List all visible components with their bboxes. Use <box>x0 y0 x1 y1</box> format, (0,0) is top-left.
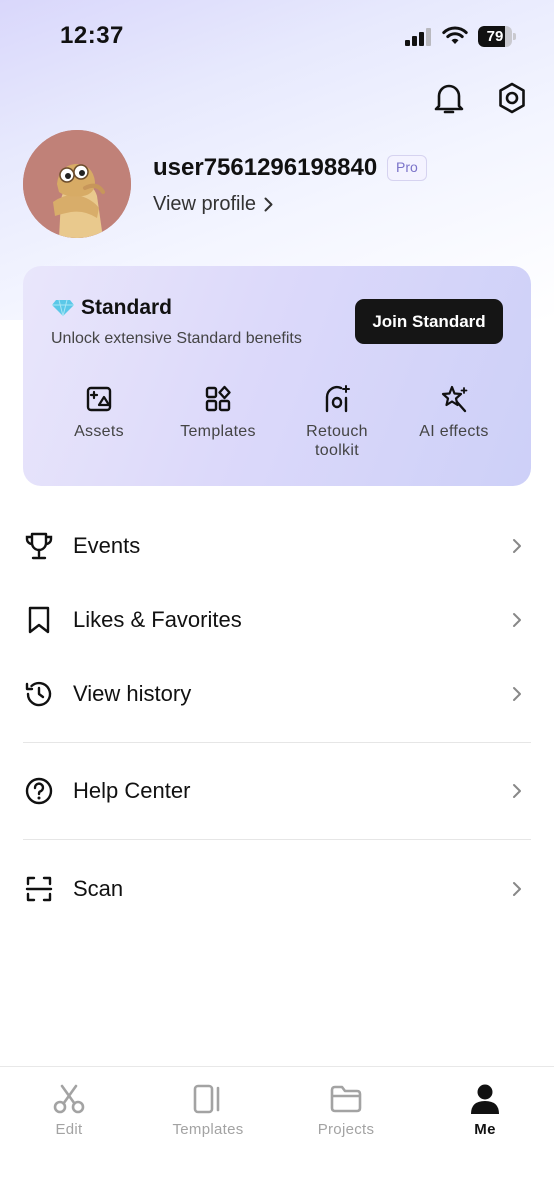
menu-item-scan[interactable]: Scan <box>0 859 554 919</box>
tab-label: Me <box>474 1121 496 1138</box>
chevron-right-icon <box>513 687 521 701</box>
tab-templates[interactable]: Templates <box>158 1083 258 1138</box>
join-standard-button[interactable]: Join Standard <box>355 299 503 344</box>
tab-label: Edit <box>55 1121 83 1138</box>
diamond-icon <box>52 299 74 317</box>
chevron-right-icon <box>513 882 521 896</box>
menu-divider <box>23 839 531 840</box>
assets-icon <box>86 386 112 412</box>
feature-label: AI effects <box>419 423 489 440</box>
ai-effects-icon <box>441 385 468 413</box>
avatar-image <box>23 130 131 238</box>
pro-badge: Pro <box>387 155 427 181</box>
menu-divider <box>23 742 531 743</box>
menu-item-help-center[interactable]: Help Center <box>0 761 554 821</box>
bookmark-icon <box>28 606 50 634</box>
settings-button[interactable] <box>492 78 532 118</box>
menu-item-view-history[interactable]: View history <box>0 664 554 724</box>
feature-assets[interactable]: Assets <box>44 384 154 441</box>
tab-label: Templates <box>172 1121 244 1138</box>
scan-icon <box>25 876 53 902</box>
trophy-icon <box>25 532 53 560</box>
chevron-right-icon <box>513 784 521 798</box>
templates-tab-icon <box>193 1084 220 1114</box>
feature-label: Retouch toolkit <box>306 423 368 459</box>
menu-item-likes-favorites[interactable]: Likes & Favorites <box>0 590 554 650</box>
feature-label: Assets <box>74 423 124 440</box>
view-profile-link[interactable]: View profile <box>153 193 273 216</box>
username: user7561296198840 <box>153 154 378 181</box>
menu-label: Likes & Favorites <box>73 607 242 632</box>
chevron-right-icon <box>513 539 521 553</box>
standard-title: Standard <box>81 296 173 319</box>
retouch-icon <box>325 385 350 413</box>
bell-icon <box>434 84 464 114</box>
help-icon <box>25 777 53 805</box>
menu-label: Events <box>73 533 141 558</box>
menu-label: Help Center <box>73 778 191 803</box>
status-bar: 12:37 79 <box>0 0 554 74</box>
chevron-right-icon <box>513 613 521 627</box>
menu-item-events[interactable]: Events <box>0 516 554 576</box>
feature-retouch-toolkit[interactable]: Retouch toolkit <box>282 384 392 460</box>
avatar[interactable] <box>23 130 131 238</box>
notifications-button[interactable] <box>429 78 469 118</box>
wifi-icon <box>442 26 468 44</box>
folder-icon <box>330 1085 362 1113</box>
feature-ai-effects[interactable]: AI effects <box>399 384 509 441</box>
view-profile-label: View profile <box>153 193 257 215</box>
tab-label: Projects <box>317 1121 375 1138</box>
gear-icon <box>499 82 525 114</box>
tab-me[interactable]: Me <box>435 1083 535 1138</box>
menu-label: Scan <box>73 876 124 901</box>
feature-templates[interactable]: Templates <box>163 384 273 441</box>
bottom-tab-bar: Edit Templates Projects Me <box>0 1066 554 1200</box>
person-icon <box>471 1084 499 1114</box>
status-time: 12:37 <box>60 22 124 49</box>
cellular-signal-icon <box>405 28 431 46</box>
history-icon <box>25 681 52 707</box>
menu-label: View history <box>73 681 192 706</box>
tab-projects[interactable]: Projects <box>296 1083 396 1138</box>
scissors-icon <box>53 1084 85 1114</box>
standard-subtitle: Unlock extensive Standard benefits <box>51 330 302 347</box>
battery-indicator: 79 <box>478 26 516 47</box>
templates-icon <box>205 385 231 412</box>
tab-edit[interactable]: Edit <box>19 1083 119 1138</box>
feature-label: Templates <box>180 423 256 440</box>
chevron-right-icon <box>264 197 273 212</box>
standard-membership-card: Standard Unlock extensive Standard benef… <box>23 266 531 486</box>
battery-level: 79 <box>486 28 504 45</box>
